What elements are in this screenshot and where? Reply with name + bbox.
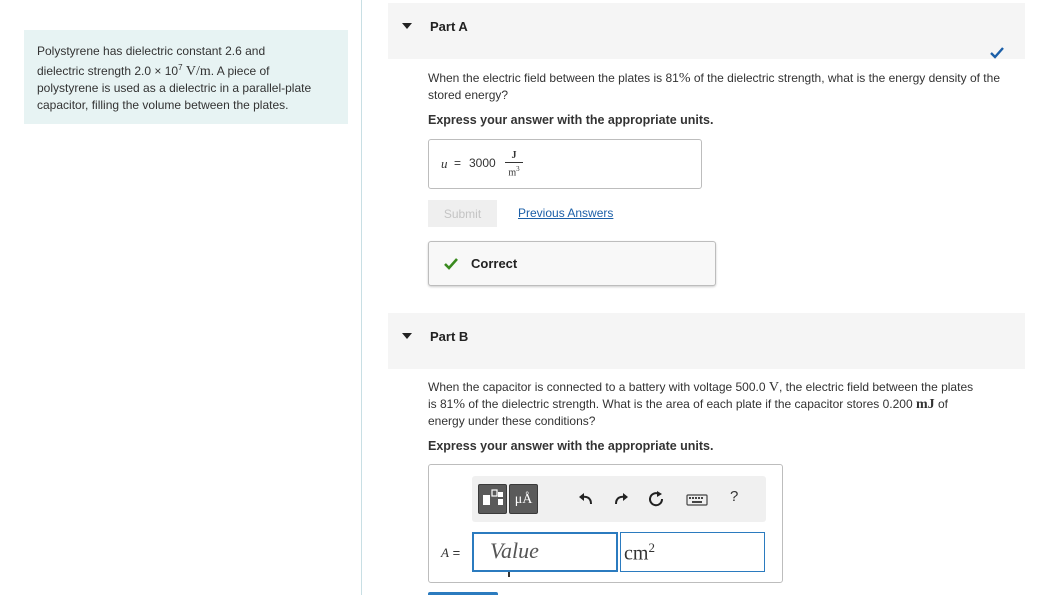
part-b-answer-area: μÅ ? A = Value cm2 (428, 464, 783, 583)
undo-button[interactable] (577, 490, 595, 508)
value-input[interactable]: Value (472, 532, 618, 577)
templates-icon (483, 489, 503, 505)
percent-sign: % (678, 71, 691, 86)
part-b-title: Part B (430, 329, 469, 344)
question-text: of (934, 397, 948, 411)
unit-exponent: 2 (648, 540, 655, 555)
part-a-answer-box: u = 3000 J m3 (428, 139, 702, 189)
unit-input[interactable]: cm2 (620, 532, 765, 572)
keyboard-icon (686, 494, 708, 506)
units-label: μÅ (514, 491, 533, 507)
part-b-header[interactable]: Part B (388, 313, 1025, 369)
problem-statement: Polystyrene has dielectric constant 2.6 … (24, 30, 348, 124)
problem-text: . A piece of (210, 63, 270, 78)
unit: V (768, 380, 779, 395)
answer-variable: u (441, 156, 448, 171)
question-text: of the dielectric strength. What is the … (465, 397, 916, 411)
column-divider (361, 0, 362, 595)
help-button[interactable]: ? (730, 488, 738, 505)
part-b-hint: Express your answer with the appropriate… (428, 439, 714, 453)
feedback-label: Correct (471, 256, 518, 271)
answer-variable: A (441, 545, 449, 560)
problem-text: dielectric strength 2.0 × 10 (37, 63, 179, 78)
question-text: When the electric field between the plat… (428, 71, 679, 85)
collapse-caret-icon[interactable] (402, 333, 412, 339)
equals-sign: = (454, 156, 462, 170)
fraction-bar (505, 162, 523, 163)
unit-numerator: J (511, 150, 517, 161)
units-button[interactable]: μÅ (509, 484, 538, 514)
problem-line-3: polystyrene is used as a dielectric in a… (37, 81, 312, 95)
correct-check-icon (444, 258, 458, 270)
submit-button[interactable]: Submit (428, 200, 497, 227)
question-text: is 81 (428, 397, 454, 411)
redo-icon (615, 493, 628, 505)
unit-denominator: m3 (505, 164, 523, 178)
collapse-caret-icon[interactable] (402, 23, 412, 29)
part-a-header[interactable]: Part A (388, 3, 1025, 59)
exponent: 7 (178, 62, 183, 72)
unit-base: cm (624, 542, 649, 565)
unit: V/m (185, 63, 211, 79)
equals-sign: = (452, 545, 461, 560)
answer-value: 3000 (469, 156, 496, 170)
question-line-2: is 81% of the dielectric strength. What … (428, 396, 1023, 413)
reset-icon (649, 491, 664, 507)
templates-button[interactable] (478, 484, 507, 514)
unit-base: m (508, 167, 517, 179)
percent-sign: % (453, 397, 466, 412)
undo-icon (579, 493, 592, 505)
redo-button[interactable] (612, 490, 630, 508)
reset-button[interactable] (647, 490, 665, 508)
completed-check-icon (990, 47, 1004, 59)
answer-variable-label: A = (441, 545, 460, 561)
part-a-title: Part A (430, 19, 468, 34)
part-b-question: When the capacitor is connected to a bat… (428, 379, 1023, 429)
question-text: , the electric field between the plates (779, 380, 974, 394)
question-text: When the capacitor is connected to a bat… (428, 380, 769, 394)
value-placeholder: Value (490, 538, 539, 563)
part-a-hint: Express your answer with the appropriate… (428, 113, 714, 127)
feedback-box: Correct (428, 241, 716, 286)
question-line-1: When the capacitor is connected to a bat… (428, 379, 1023, 396)
problem-line-2: dielectric strength 2.0 × 107 V/m. A pie… (37, 60, 335, 81)
text-cursor (508, 572, 510, 577)
unit-exponent: 3 (516, 165, 520, 173)
answer-unit: J m3 (505, 150, 523, 178)
unit: mJ (915, 397, 935, 412)
question-line-3: energy under these conditions? (428, 414, 596, 428)
problem-line-1: Polystyrene has dielectric constant 2.6 … (37, 44, 266, 58)
keyboard-button[interactable] (686, 490, 708, 508)
previous-answers-link[interactable]: Previous Answers (518, 206, 613, 220)
problem-line-4: capacitor, filling the volume between th… (37, 97, 289, 112)
part-a-question: When the electric field between the plat… (428, 70, 1023, 103)
math-toolbar: μÅ ? (472, 476, 766, 522)
